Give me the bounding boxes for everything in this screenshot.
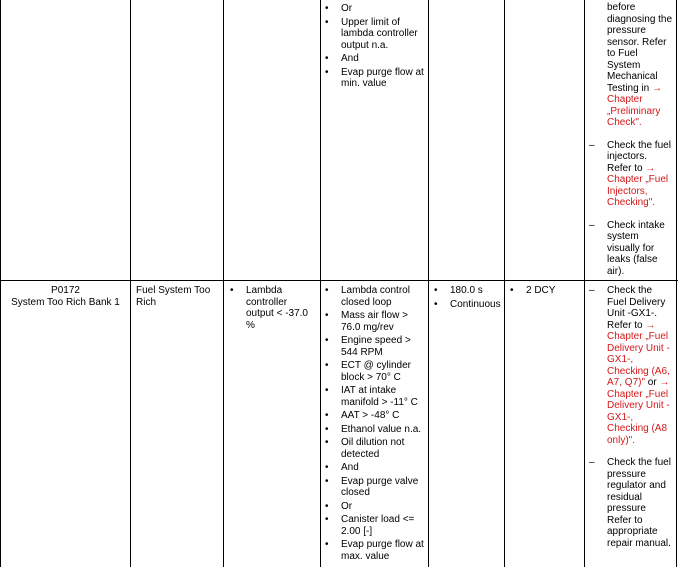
condition-item: • Evap purge flow at max. value xyxy=(325,539,424,562)
col-border-7 xyxy=(584,0,585,567)
row1-condition-item: • Evap purge flow at min. value xyxy=(325,66,424,90)
condition-item: • Oil dilution not detected xyxy=(325,437,405,460)
col-border-5 xyxy=(428,0,429,567)
row-border xyxy=(0,280,678,281)
time-item: • Continuous xyxy=(434,298,501,310)
row1-actions-cell: before diagnosing the pressure sensor. R… xyxy=(589,2,673,288)
col-border-1 xyxy=(0,0,1,567)
row1-action-item: – Check the fuel injectors. Refer to → C… xyxy=(589,139,671,209)
dtc-code: P0172 xyxy=(51,285,80,296)
col-border-8 xyxy=(676,0,677,567)
row1-conditions-cell: • Or • Upper limit of lambda controller ou… xyxy=(325,3,425,92)
fault-cell: Fuel System Too Rich xyxy=(136,285,220,308)
row2-actions-cell: – Check the Fuel Delivery Unit -GX1-. Re… xyxy=(589,285,673,560)
condition-item: • Ethanol value n.a. xyxy=(325,423,422,435)
row1-condition-item: • Upper limit of lambda controller output… xyxy=(325,16,418,51)
condition-item: • IAT at intake manifold > -11° C xyxy=(325,385,418,408)
col-border-3 xyxy=(223,0,224,567)
fault-text: Fuel System Too Rich xyxy=(136,285,211,308)
row2-action-item: – Check the Fuel Delivery Unit -GX1-. Re… xyxy=(589,285,670,446)
condition-item: • Lambda control closed loop xyxy=(325,285,410,308)
condition-item: • Evap purge valve closed xyxy=(325,475,419,499)
col-border-2 xyxy=(130,0,131,567)
mil-cell: • 2 DCY xyxy=(510,285,581,299)
condition-item: • Engine speed > 544 RPM xyxy=(325,335,411,358)
row1-action-item: before diagnosing the pressure sensor. R… xyxy=(607,2,673,129)
dtc-description: System Too Rich Bank 1 xyxy=(11,296,120,308)
condition-item: • Canister load <= 2.00 [-] xyxy=(325,514,415,537)
time-item: • 180.0 s xyxy=(434,285,483,296)
dtc-cell: P0172 System Too Rich Bank 1 xyxy=(1,285,130,308)
row1-action-item: – Check intake system visually for leaks… xyxy=(589,219,665,277)
row1-action-text: Check intake system visually for leaks (… xyxy=(607,219,665,277)
threshold-item: • Lambda controller output < -37.0 % xyxy=(230,285,308,331)
threshold-cell: • Lambda controller output < -37.0 % xyxy=(230,285,316,333)
row1-condition-item: • Or xyxy=(325,3,353,14)
condition-item: • And xyxy=(325,462,359,473)
row1-action-text: before diagnosing the pressure sensor. R… xyxy=(607,2,673,94)
row2-action-text: Check the fuel pressure regulator and re… xyxy=(607,457,671,549)
condition-item: • Or xyxy=(325,500,353,512)
col-border-6 xyxy=(504,0,505,567)
row1-condition-item: • And xyxy=(325,53,359,64)
row2-action-text: Check the Fuel Delivery Unit -GX1-. Refe… xyxy=(607,285,666,331)
time-cell: • 180.0 s • Continuous xyxy=(434,285,502,312)
row1-action-text: Check the fuel injectors. Refer to xyxy=(607,139,671,174)
condition-item: • AAT > -48° C xyxy=(325,410,400,421)
condition-item: • Mass air flow > 76.0 mg/rev xyxy=(325,310,408,333)
mil-item: • 2 DCY xyxy=(510,285,556,296)
col-border-4 xyxy=(320,0,321,567)
row2-conditions-cell: • Lambda control closed loop • Mass air fl… xyxy=(325,285,425,564)
row2-action-item: – Check the fuel pressure regulator and … xyxy=(589,457,671,549)
condition-item: • ECT @ cylinder block > 70° C xyxy=(325,360,411,383)
